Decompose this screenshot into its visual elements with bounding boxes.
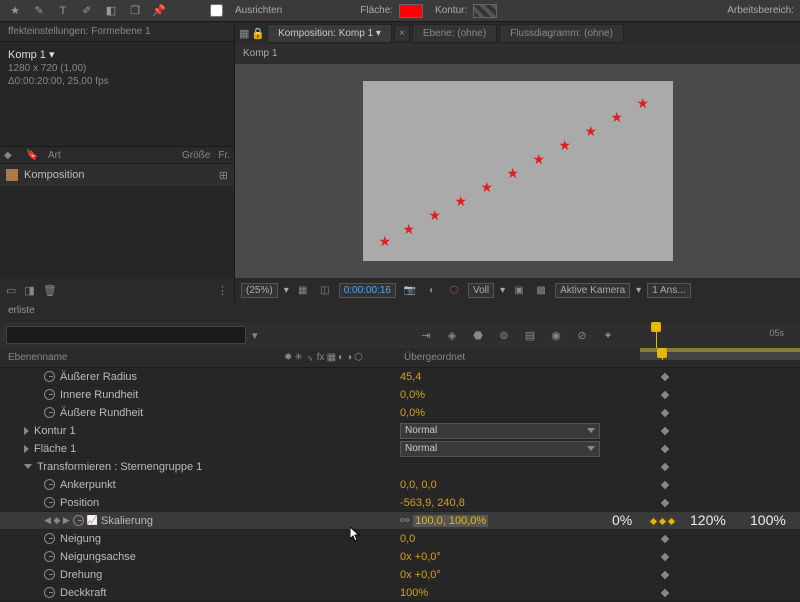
stroke-label: Kontur: [435, 5, 467, 16]
bits-icon[interactable]: ⋮ [217, 284, 228, 297]
fill-label: Fläche: [360, 5, 393, 16]
viewer-controls: (25%) ▾ ▦ ◫ 0:00:00:16 📷 ◐ ⬡ Voll ▾ ▣ ▩ … [235, 278, 800, 302]
clone-icon[interactable]: ❐ [126, 2, 144, 20]
stopwatch-icon[interactable] [44, 587, 55, 598]
value-rotation[interactable]: 0x +0,0° [400, 569, 640, 581]
stroke-swatch[interactable] [473, 4, 497, 18]
timeline-panel: erliste ▾ ⇥ ◈ ⬣ ⊚ ▤ ◉ ⊘ ✦ 05s Ebenenname… [0, 302, 800, 602]
comp-icon [6, 169, 18, 181]
motion-icon[interactable]: ⊘ [572, 326, 592, 344]
transparency-icon[interactable]: ▩ [533, 282, 549, 298]
snapshot-icon[interactable]: 📷 [402, 282, 418, 298]
stopwatch-icon[interactable] [44, 371, 55, 382]
comp-marker-icon[interactable]: ⇥ [416, 326, 436, 344]
top-toolbar: ★ ✎ T ✐ ◧ ❐ 📌 Ausrichten Fläche: Kontur:… [0, 0, 800, 22]
project-footer: ▭ ◨ 🗑 ⋮ [0, 278, 234, 302]
stopwatch-icon[interactable] [44, 389, 55, 400]
col-parent: Übergeordnet [400, 348, 640, 367]
viewer-canvas[interactable]: ★ ★ ★ ★ ★ ★ ★ ★ ★ ★ ★ [235, 64, 800, 278]
blend-mode-dropdown[interactable]: Normal [400, 441, 600, 457]
align-label: Ausrichten [235, 5, 282, 16]
pen-icon[interactable]: ✎ [30, 2, 48, 20]
color-icon[interactable]: ⬡ [446, 282, 462, 298]
stopwatch-icon[interactable] [44, 551, 55, 562]
star-icon[interactable]: ★ [6, 2, 24, 20]
time-ruler[interactable]: 05s [634, 322, 794, 348]
value-outer-radius[interactable]: 45,4 [400, 371, 640, 383]
stopwatch-icon[interactable] [73, 515, 84, 526]
value-inner-round[interactable]: 0,0% [400, 389, 640, 401]
project-item-name: Komposition [24, 169, 85, 181]
stopwatch-icon[interactable] [44, 407, 55, 418]
mask-icon[interactable]: ◫ [317, 282, 333, 298]
col-switches: ✸✳ヽfx▦◐◑⬡ [280, 348, 400, 367]
tab-flowchart[interactable]: Flussdiagramm: (ohne) [499, 24, 624, 43]
col-layer-name: Ebenenname [0, 348, 280, 367]
fx-icon[interactable]: ◉ [546, 326, 566, 344]
region-icon[interactable]: ▣ [511, 282, 527, 298]
align-checkbox[interactable] [210, 4, 223, 17]
stopwatch-icon[interactable] [44, 497, 55, 508]
resolution-dropdown[interactable]: Voll [468, 283, 494, 298]
value-opacity[interactable]: 100% [400, 587, 640, 599]
folder-icon[interactable]: ▭ [6, 284, 16, 297]
tab-layer[interactable]: Ebene: (ohne) [412, 24, 497, 43]
tab-close[interactable]: × [394, 25, 410, 42]
workspace-label: Arbeitsbereich: [727, 5, 794, 16]
mouse-cursor [350, 527, 362, 543]
tab-composition[interactable]: Komposition: Komp 1 ▾ [267, 24, 392, 43]
value-skew-axis[interactable]: 0x +0,0° [400, 551, 640, 563]
value-anchor[interactable]: 0,0, 0,0 [400, 479, 640, 491]
brainstorm-icon[interactable]: ✦ [598, 326, 618, 344]
comp-breadcrumb[interactable]: Komp 1 [235, 44, 800, 64]
eraser-icon[interactable]: ◧ [102, 2, 120, 20]
blend-mode-dropdown[interactable]: Normal [400, 423, 600, 439]
project-item-row[interactable]: Komposition ⊞ [0, 164, 234, 186]
shy-icon[interactable]: ⬣ [468, 326, 488, 344]
twirl-icon[interactable] [24, 427, 29, 435]
trash-icon[interactable]: 🗑 [43, 284, 57, 297]
twirl-icon[interactable] [24, 464, 32, 469]
fill-swatch[interactable] [399, 4, 423, 18]
timecode-display[interactable]: 0:00:00:16 [339, 283, 396, 298]
viewer-tabs: ▦ 🔒 Komposition: Komp 1 ▾ × Ebene: (ohne… [235, 22, 800, 44]
timeline-search[interactable] [6, 326, 246, 344]
playhead[interactable] [656, 322, 657, 348]
views-dropdown[interactable]: 1 Ans... [647, 283, 690, 298]
blur-icon[interactable]: ⊚ [494, 326, 514, 344]
stopwatch-icon[interactable] [44, 479, 55, 490]
keyframes[interactable] [650, 518, 675, 525]
puppet-icon[interactable]: 📌 [150, 2, 168, 20]
project-columns: ◆ 🔖 Art Größe Fr. [0, 146, 234, 164]
composition-stage: ★ ★ ★ ★ ★ ★ ★ ★ ★ ★ ★ [363, 81, 673, 261]
timeline-tab[interactable]: erliste [0, 302, 800, 322]
text-icon[interactable]: T [54, 2, 72, 20]
graph-icon[interactable]: ▤ [520, 326, 540, 344]
link-icon[interactable]: ⚯ [400, 514, 409, 527]
project-panel: Komp 1 ▾ 1280 x 720 (1,00) Δ0:00:20:00, … [0, 42, 234, 146]
camera-dropdown[interactable]: Aktive Kamera [555, 283, 630, 298]
zoom-dropdown[interactable]: (25%) [241, 283, 278, 298]
comp-title[interactable]: Komp 1 ▾ [8, 48, 226, 61]
comp-resolution: 1280 x 720 (1,00) [8, 63, 226, 74]
channel-icon[interactable]: ◐ [424, 282, 440, 298]
value-position[interactable]: -563,9, 240,8 [400, 497, 640, 509]
new-comp-icon[interactable]: ◨ [24, 284, 34, 297]
value-scale[interactable]: ⚯100,0, 100,0% [400, 514, 640, 527]
value-skew[interactable]: 0,0 [400, 533, 640, 545]
stopwatch-icon[interactable] [44, 569, 55, 580]
grid-icon[interactable]: ▦ [295, 282, 311, 298]
stopwatch-icon[interactable] [44, 533, 55, 544]
3d-icon[interactable]: ◈ [442, 326, 462, 344]
brush-icon[interactable]: ✐ [78, 2, 96, 20]
comp-duration: Δ0:00:20:00, 25,00 fps [8, 76, 226, 87]
value-outer-round[interactable]: 0,0% [400, 407, 640, 419]
effects-tab[interactable]: ffekteinstellungen: Formebene 1 [0, 22, 234, 42]
twirl-icon[interactable] [24, 445, 29, 453]
